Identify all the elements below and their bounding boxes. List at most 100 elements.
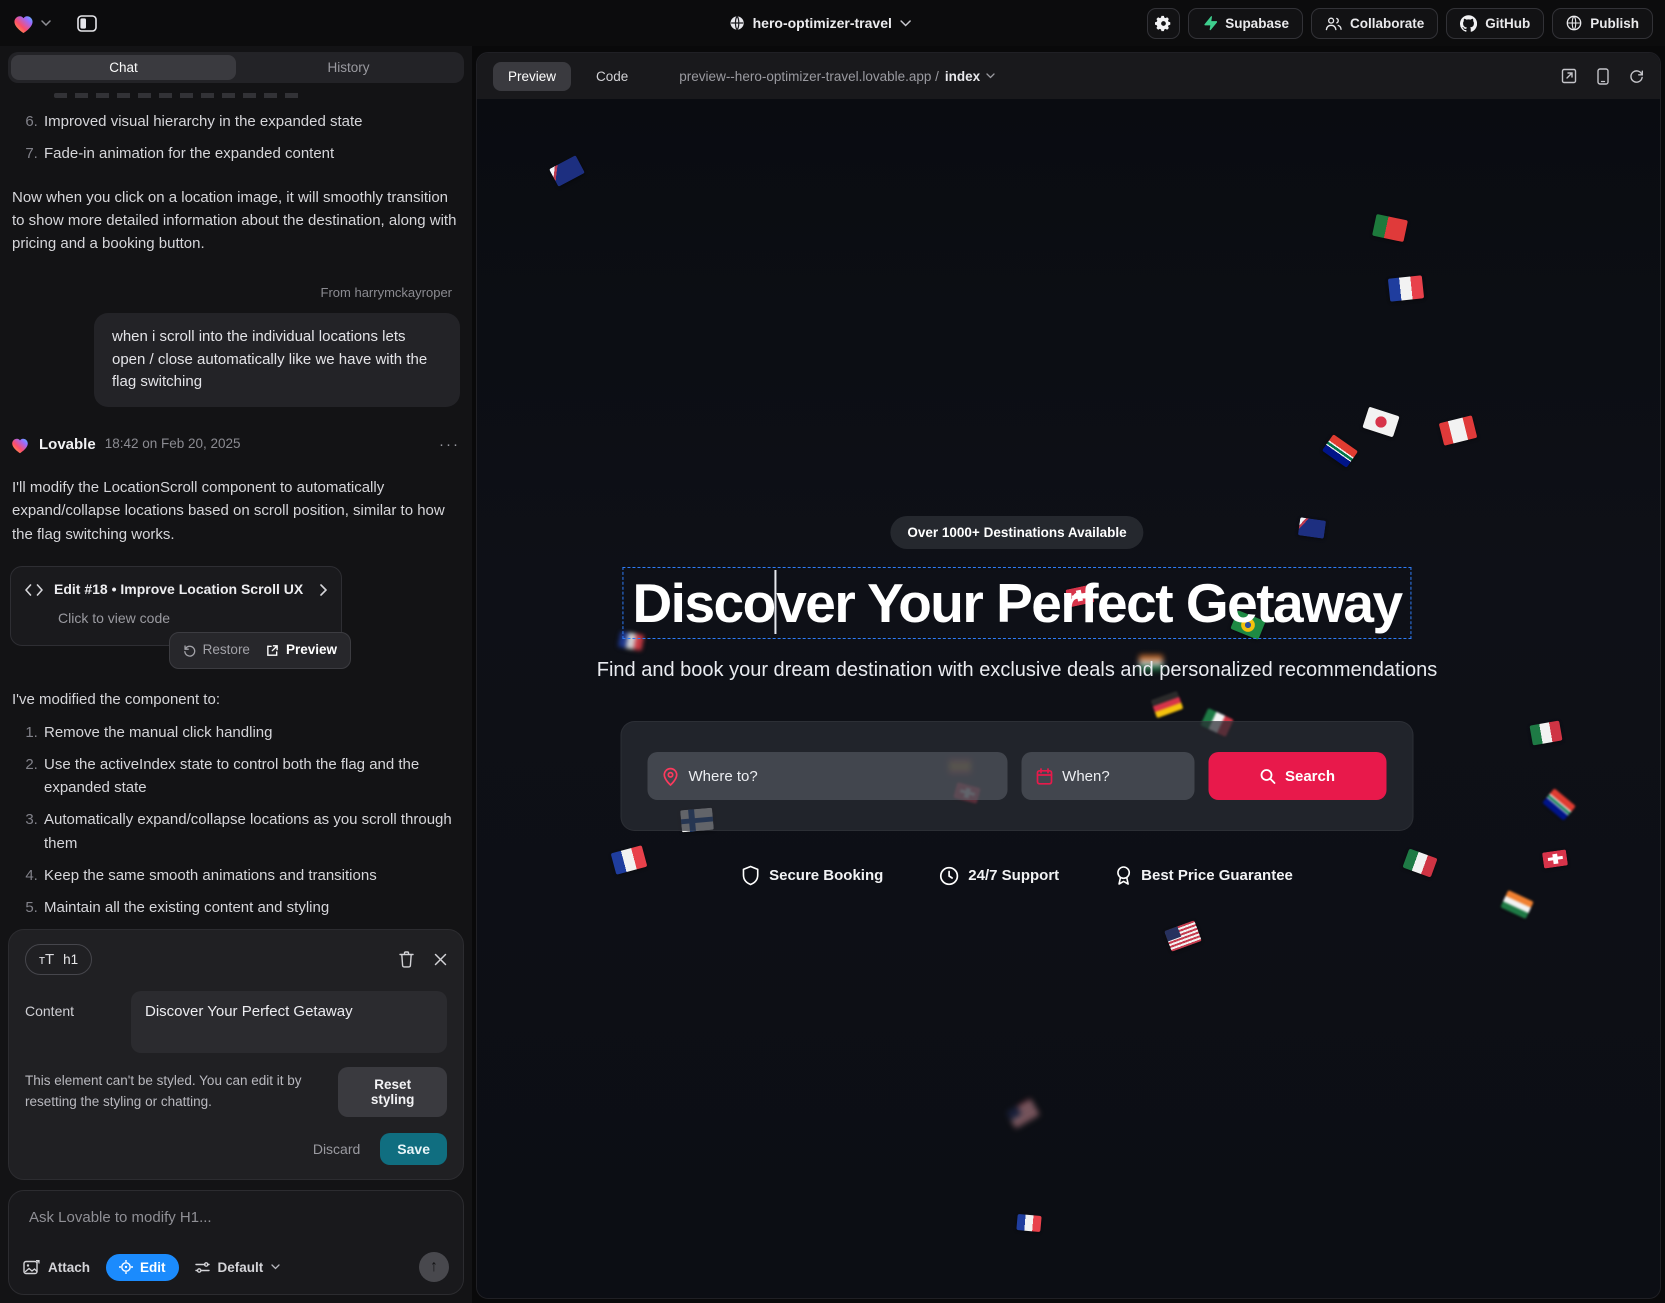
list-item: Remove the manual click handling	[42, 721, 460, 744]
flag-australia	[549, 155, 585, 187]
flag-japan	[1362, 407, 1399, 438]
close-icon	[434, 953, 447, 966]
flag-france	[611, 845, 648, 875]
element-editor-panel: тT h1 Content Discover Your Perfect Geta…	[8, 929, 464, 1180]
logo-chevron-down-icon[interactable]	[41, 20, 51, 26]
topbar-actions: Supabase Collaborate GitHub Publish	[1147, 8, 1653, 39]
list-item: Improved visual hierarchy in the expande…	[42, 110, 460, 133]
sidebar-toggle-button[interactable]	[71, 7, 103, 39]
hero-search-bar: Where to? When? Search	[621, 721, 1414, 831]
composer-input[interactable]: Ask Lovable to modify H1...	[29, 1209, 443, 1226]
top-bar: hero-optimizer-travel Supabase Collaborat…	[0, 0, 1665, 46]
supabase-icon	[1202, 15, 1217, 31]
external-link-icon	[1561, 68, 1577, 84]
search-icon	[1260, 768, 1276, 784]
tab-code[interactable]: Code	[581, 62, 643, 91]
model-default-button[interactable]: Default	[195, 1260, 281, 1275]
github-icon	[1460, 15, 1477, 32]
list-item: Maintain all the existing content and st…	[42, 896, 460, 919]
reset-styling-button[interactable]: Reset styling	[338, 1067, 447, 1117]
preview-panel: Preview Code preview--hero-optimizer-tra…	[476, 52, 1661, 1299]
chat-composer: Ask Lovable to modify H1... Attach Edit …	[8, 1190, 464, 1295]
user-message-bubble: when i scroll into the individual locati…	[94, 313, 460, 407]
message-overflow-menu-icon[interactable]: ···	[439, 437, 460, 452]
content-textarea[interactable]: Discover Your Perfect Getaway	[131, 991, 447, 1053]
from-user-label: From harrymckayroper	[18, 283, 452, 303]
delete-element-button[interactable]	[399, 951, 414, 968]
flag-switzerland	[1542, 849, 1568, 868]
shield-icon	[741, 865, 760, 886]
assistant-message-header: Lovable 18:42 on Feb 20, 2025 ···	[10, 433, 460, 456]
project-globe-icon	[729, 15, 745, 31]
refresh-icon	[1629, 69, 1644, 84]
preview-version-button[interactable]: Preview	[266, 640, 337, 661]
list-item: Automatically expand/collapse locations …	[42, 808, 460, 855]
edit-version-card[interactable]: Edit #18 • Improve Location Scroll UX Cl…	[10, 566, 342, 646]
when-input[interactable]: When?	[1021, 752, 1194, 800]
lovable-avatar-icon	[10, 436, 30, 454]
project-switcher[interactable]: hero-optimizer-travel	[729, 0, 911, 46]
element-tag-pill[interactable]: тT h1	[25, 944, 92, 975]
mobile-view-button[interactable]	[1597, 68, 1609, 85]
external-link-icon	[266, 644, 279, 657]
tab-chat[interactable]: Chat	[11, 55, 236, 80]
save-button[interactable]: Save	[380, 1133, 447, 1165]
where-to-input[interactable]: Where to?	[648, 752, 1008, 800]
preview-toolbar: Preview Code preview--hero-optimizer-tra…	[477, 53, 1660, 99]
calendar-icon	[1036, 768, 1052, 785]
flag-france	[1388, 275, 1424, 301]
selected-element-outline[interactable]: Discover Your Perfect Getaway	[622, 567, 1411, 639]
flag-mexico	[1402, 848, 1437, 877]
assistant-name: Lovable	[39, 433, 96, 456]
publish-button[interactable]: Publish	[1552, 8, 1653, 39]
flag-mexico	[1529, 721, 1562, 746]
gear-icon	[1155, 15, 1172, 32]
send-message-button[interactable]: ↑	[419, 1252, 449, 1282]
feature-best-price-guarantee: Best Price Guarantee	[1115, 865, 1293, 886]
hero-heading: Discover Your Perfect Getaway	[632, 572, 1401, 634]
globe-icon	[1566, 15, 1582, 31]
flag-portugal	[1372, 214, 1408, 242]
project-name: hero-optimizer-travel	[753, 15, 892, 31]
chat-history-tabs: Chat History	[8, 52, 464, 83]
chat-scroll-area[interactable]: Improved visual hierarchy in the expande…	[8, 83, 464, 923]
tab-history[interactable]: History	[236, 55, 461, 80]
trash-icon	[399, 951, 414, 968]
tab-preview[interactable]: Preview	[493, 62, 571, 91]
hero-subtitle: Find and book your dream destination wit…	[597, 659, 1437, 682]
sliders-icon	[195, 1261, 210, 1274]
settings-button[interactable]	[1147, 8, 1180, 39]
restore-button[interactable]: Restore	[183, 640, 250, 661]
collaborate-button[interactable]: Collaborate	[1311, 8, 1438, 39]
clock-icon	[939, 866, 959, 886]
styling-hint-text: This element can't be styled. You can ed…	[25, 1071, 324, 1113]
preview-viewport: Over 1000+ Destinations Available Discov…	[477, 99, 1660, 1298]
destinations-badge: Over 1000+ Destinations Available	[890, 516, 1143, 549]
edit-card-subtitle: Click to view code	[58, 608, 327, 630]
assistant-paragraph: I'll modify the LocationScroll component…	[12, 476, 458, 546]
project-chevron-down-icon	[900, 20, 911, 27]
message-timestamp: 18:42 on Feb 20, 2025	[105, 434, 241, 455]
refresh-button[interactable]	[1629, 69, 1644, 84]
url-chevron-down-icon	[986, 73, 995, 79]
discard-button[interactable]: Discard	[313, 1141, 360, 1157]
hero-features: Secure Booking24/7 SupportBest Price Gua…	[741, 865, 1293, 886]
search-button[interactable]: Search	[1209, 752, 1387, 800]
attach-button[interactable]: Attach	[23, 1260, 90, 1275]
edit-card-title: Edit #18 • Improve Location Scroll UX	[54, 579, 309, 601]
list-item: Use the activeIndex state to control bot…	[42, 753, 460, 800]
typography-icon: тT	[39, 951, 54, 968]
restore-preview-toolbar: Restore Preview	[169, 632, 351, 669]
open-in-new-tab-button[interactable]	[1561, 68, 1577, 84]
supabase-button[interactable]: Supabase	[1188, 8, 1303, 39]
github-button[interactable]: GitHub	[1446, 8, 1544, 39]
flag-newzealand	[1298, 517, 1326, 538]
lovable-logo-icon[interactable]	[12, 13, 35, 34]
award-icon	[1115, 865, 1132, 886]
preview-url[interactable]: preview--hero-optimizer-travel.lovable.a…	[679, 69, 995, 84]
target-icon	[119, 1260, 133, 1274]
people-icon	[1325, 16, 1342, 31]
edit-mode-button[interactable]: Edit	[106, 1254, 179, 1281]
flag-southafrica	[1322, 434, 1358, 468]
close-editor-button[interactable]	[434, 953, 447, 966]
